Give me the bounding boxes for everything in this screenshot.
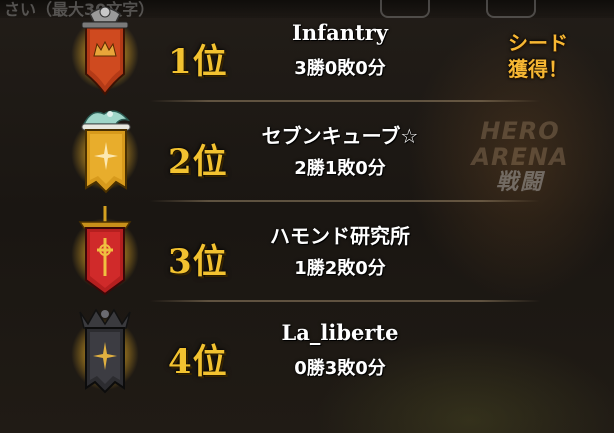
player-name: Infantry [292,20,388,45]
win-loss-record: 3勝0敗0分 [294,58,386,79]
rank-label: 4位 [168,342,228,382]
win-loss-record: 2勝1敗0分 [294,158,386,179]
rank-label: 3位 [168,242,228,282]
ranking-row-2: 2位 セブンキューブ☆ 2勝1敗0分 [60,102,540,202]
rank-label: 1位 [168,42,228,82]
player-name: La_liberte [281,320,399,345]
ranking-row-3: 3位 ハモンド研究所 1勝2敗0分 [60,202,540,302]
seed-badge-line1: シード [508,31,568,55]
player-name: ハモンド研究所 [270,224,410,248]
player-name: セブンキューブ☆ [261,124,419,148]
seed-badge: シード 獲得！ [488,30,588,82]
ranking-row-1: 1位 Infantry 3勝0敗0分 [60,2,540,102]
gold-dragon-banner-icon [60,104,150,200]
win-loss-record: 0勝3敗0分 [294,358,386,379]
seed-badge-line2: 獲得！ [508,57,568,81]
red-crown-banner-icon [60,4,150,100]
win-loss-record: 1勝2敗0分 [294,258,386,279]
red-sword-banner-icon [60,204,150,300]
rank-label: 2位 [168,142,228,182]
ranking-row-4: 4位 La_liberte 0勝3敗0分 [60,302,540,402]
black-knight-banner-icon [60,304,150,400]
